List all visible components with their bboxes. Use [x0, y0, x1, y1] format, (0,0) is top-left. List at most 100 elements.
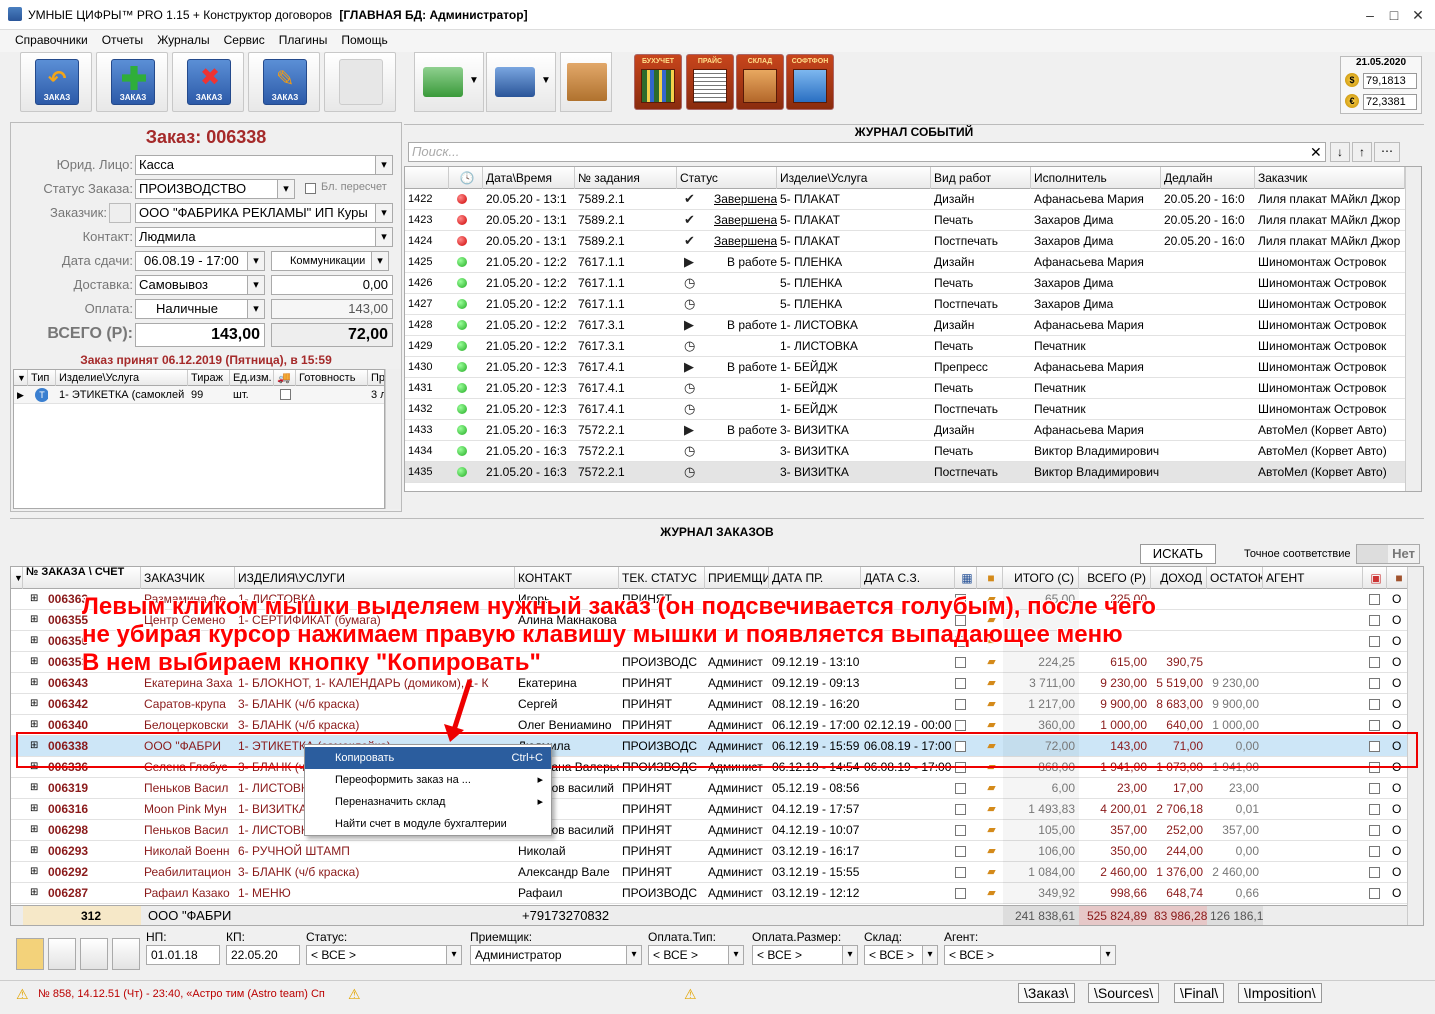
copy-icon[interactable]	[112, 938, 140, 970]
expand-icon[interactable]: ⊞	[27, 883, 39, 904]
tab-sources[interactable]: \Sources\	[1088, 983, 1160, 1003]
col-customer[interactable]: ЗАКАЗЧИК	[141, 567, 235, 589]
expand-icon[interactable]: ⊞	[27, 862, 39, 883]
col-order-no[interactable]: № ЗАКАЗА \ СЧЕТ	[23, 567, 141, 589]
lock-checkbox[interactable]	[1369, 867, 1380, 878]
order-row[interactable]: ⊞ 006342 Саратов-крупа 3- БЛАНК (ч/б краска…	[11, 694, 1423, 715]
order-checkbox[interactable]	[955, 846, 966, 857]
col-cost[interactable]: ИТОГО (С)	[1003, 567, 1079, 589]
order-row[interactable]: ⊞ 006319 Пеньков Васил 1- ЛИСТОВКА Пеньков в…	[11, 778, 1423, 799]
filter-icon[interactable]	[48, 938, 76, 970]
event-row[interactable]: 1433 21.05.20 - 16:3 7572.2.1 ▶ В работе 3- В…	[405, 420, 1421, 441]
order-checkbox[interactable]	[955, 783, 966, 794]
open-order-button[interactable]: ↶	[20, 52, 92, 112]
expand-icon[interactable]: ⊞	[27, 589, 39, 610]
status-message[interactable]: № 858, 14.12.51 (Чт) - 23:40, «Астро тим…	[38, 988, 338, 1000]
contact-select[interactable]: Людмила	[135, 227, 393, 247]
order-row[interactable]: ⊞ 006298 Пеньков Васил 1- ЛИСТОВКА Пеньков в…	[11, 820, 1423, 841]
event-row[interactable]: 1425 21.05.20 - 12:2 7617.1.1 ▶ В работе 5- П…	[405, 252, 1421, 273]
payment-select[interactable]: Наличные	[135, 299, 265, 319]
order-row[interactable]: ⊞ 006292 Реабилитацион 3- БЛАНК (ч/б краска…	[11, 862, 1423, 883]
menu-reports[interactable]: Отчеты	[95, 30, 150, 50]
expand-icon[interactable]: ⊞	[27, 820, 39, 841]
lock-checkbox[interactable]	[1369, 720, 1380, 731]
expand-icon[interactable]: ⊞	[27, 673, 39, 694]
pay-type-filter-select[interactable]: < ВСЕ >	[648, 945, 744, 965]
event-row[interactable]: 1423 20.05.20 - 13:1 7589.2.1 ✔ Завершена 5- …	[405, 210, 1421, 231]
price-button[interactable]: ПРАЙС	[686, 54, 734, 110]
delete-order-button[interactable]: ✖	[172, 52, 244, 112]
arrow-up-icon[interactable]: ↑	[1352, 142, 1372, 162]
order-status-select[interactable]: ПРОИЗВОДСТВО	[135, 179, 295, 199]
save-button[interactable]	[324, 52, 396, 112]
col-balance[interactable]: ОСТАТОК	[1207, 567, 1263, 589]
exact-match-toggle[interactable]: Нет	[1356, 544, 1420, 564]
order-checkbox[interactable]	[955, 888, 966, 899]
events-scrollbar[interactable]	[1405, 167, 1421, 491]
warehouse-box-button[interactable]	[560, 52, 612, 112]
event-status[interactable]: Завершена	[711, 231, 777, 252]
menu-service[interactable]: Сервис	[217, 30, 272, 50]
lock-checkbox[interactable]	[1369, 888, 1380, 899]
tab-imposition[interactable]: \Imposition\	[1238, 983, 1322, 1003]
expand-icon[interactable]: ⊞	[27, 652, 39, 673]
order-checkbox[interactable]	[955, 699, 966, 710]
order-checkbox[interactable]	[955, 720, 966, 731]
reassign-store-menu-item[interactable]: Переназначить склад ▸	[305, 791, 551, 813]
search-button[interactable]: ИСКАТЬ	[1140, 544, 1216, 564]
search-icon[interactable]	[16, 938, 44, 970]
col-items[interactable]: ИЗДЕЛИЯ\УСЛУГИ	[235, 567, 515, 589]
delivery-select[interactable]: Самовывоз	[135, 275, 265, 295]
receiver-filter-select[interactable]: Администратор	[470, 945, 642, 965]
event-row[interactable]: 1435 21.05.20 - 16:3 7572.2.1 ◷ 3- ВИЗИТКА По…	[405, 462, 1421, 483]
edit-order-button[interactable]: ✎	[248, 52, 320, 112]
lock-checkbox[interactable]	[1369, 846, 1380, 857]
event-row[interactable]: 1426 21.05.20 - 12:2 7617.1.1 ◷ 5- ПЛЕНКА Печ…	[405, 273, 1421, 294]
col-date-due[interactable]: ДАТА С.З.	[861, 567, 955, 589]
end-date-field[interactable]: 22.05.20	[226, 945, 300, 965]
menu-journals[interactable]: Журналы	[150, 30, 216, 50]
close-icon[interactable]: ✕	[1406, 4, 1430, 26]
tab-final[interactable]: \Final\	[1174, 983, 1225, 1003]
order-row[interactable]: ⊞ 006316 Moon Pink Мун 1- ВИЗИТКА ПРИНЯТ Адми…	[11, 799, 1423, 820]
user-icon[interactable]	[109, 203, 131, 223]
col-total[interactable]: ВСЕГО (Р)	[1079, 567, 1151, 589]
order-checkbox[interactable]	[955, 657, 966, 668]
event-row[interactable]: 1422 20.05.20 - 13:1 7589.2.1 ✔ Завершена 5- …	[405, 189, 1421, 210]
lock-checkbox[interactable]	[1369, 657, 1380, 668]
col-agent[interactable]: АГЕНТ	[1263, 567, 1363, 589]
more-icon[interactable]: ⋯	[1374, 142, 1400, 162]
payment-sum-field[interactable]: 143,00	[271, 299, 393, 319]
lock-checkbox[interactable]	[1369, 699, 1380, 710]
tab-order[interactable]: \Заказ\	[1018, 983, 1075, 1003]
menu-references[interactable]: Справочники	[8, 30, 95, 50]
due-date-picker[interactable]: 06.08.19 - 17:00	[135, 251, 265, 271]
menu-help[interactable]: Помощь	[334, 30, 394, 50]
communications-select[interactable]: Коммуникации	[271, 251, 389, 271]
store-filter-select[interactable]: < ВСЕ >	[864, 945, 938, 965]
lock-checkbox[interactable]	[1369, 636, 1380, 647]
status-filter-select[interactable]: < ВСЕ >	[306, 945, 462, 965]
clear-search-icon[interactable]: ✕	[1310, 144, 1322, 161]
delivery-cost-field[interactable]: 0,00	[271, 275, 393, 295]
minimize-icon[interactable]: –	[1358, 4, 1382, 26]
col-income[interactable]: ДОХОД	[1151, 567, 1207, 589]
col-status[interactable]: ТЕК. СТАТУС	[619, 567, 705, 589]
event-row[interactable]: 1430 21.05.20 - 12:3 7617.4.1 ▶ В работе 1- Б…	[405, 357, 1421, 378]
event-row[interactable]: 1429 21.05.20 - 12:2 7617.3.1 ◷ 1- ЛИСТОВКА П…	[405, 336, 1421, 357]
expand-icon[interactable]: ⊞	[27, 610, 39, 631]
col-receiver[interactable]: ПРИЕМЩИ	[705, 567, 769, 589]
expand-icon[interactable]: ⊞	[27, 841, 39, 862]
delivery-checkbox[interactable]	[280, 389, 291, 400]
order-checkbox[interactable]	[955, 825, 966, 836]
arrow-down-icon[interactable]: ↓	[1330, 142, 1350, 162]
copy-menu-item[interactable]: Копировать Ctrl+C	[305, 747, 551, 769]
find-invoice-menu-item[interactable]: Найти счет в модуле бухгалтерии	[305, 813, 551, 835]
order-item-row[interactable]: ▶ Т 1- ЭТИКЕТКА (самоклей 99 шт. 3 л	[14, 386, 384, 404]
warehouse-button[interactable]: СКЛАД	[736, 54, 784, 110]
event-status[interactable]: Завершена	[711, 210, 777, 231]
event-row[interactable]: 1424 20.05.20 - 13:1 7589.2.1 ✔ Завершена 5- …	[405, 231, 1421, 252]
items-scrollbar[interactable]	[385, 369, 401, 509]
expand-icon[interactable]: ⊞	[27, 694, 39, 715]
event-row[interactable]: 1428 21.05.20 - 12:2 7617.3.1 ▶ В работе 1- Л…	[405, 315, 1421, 336]
